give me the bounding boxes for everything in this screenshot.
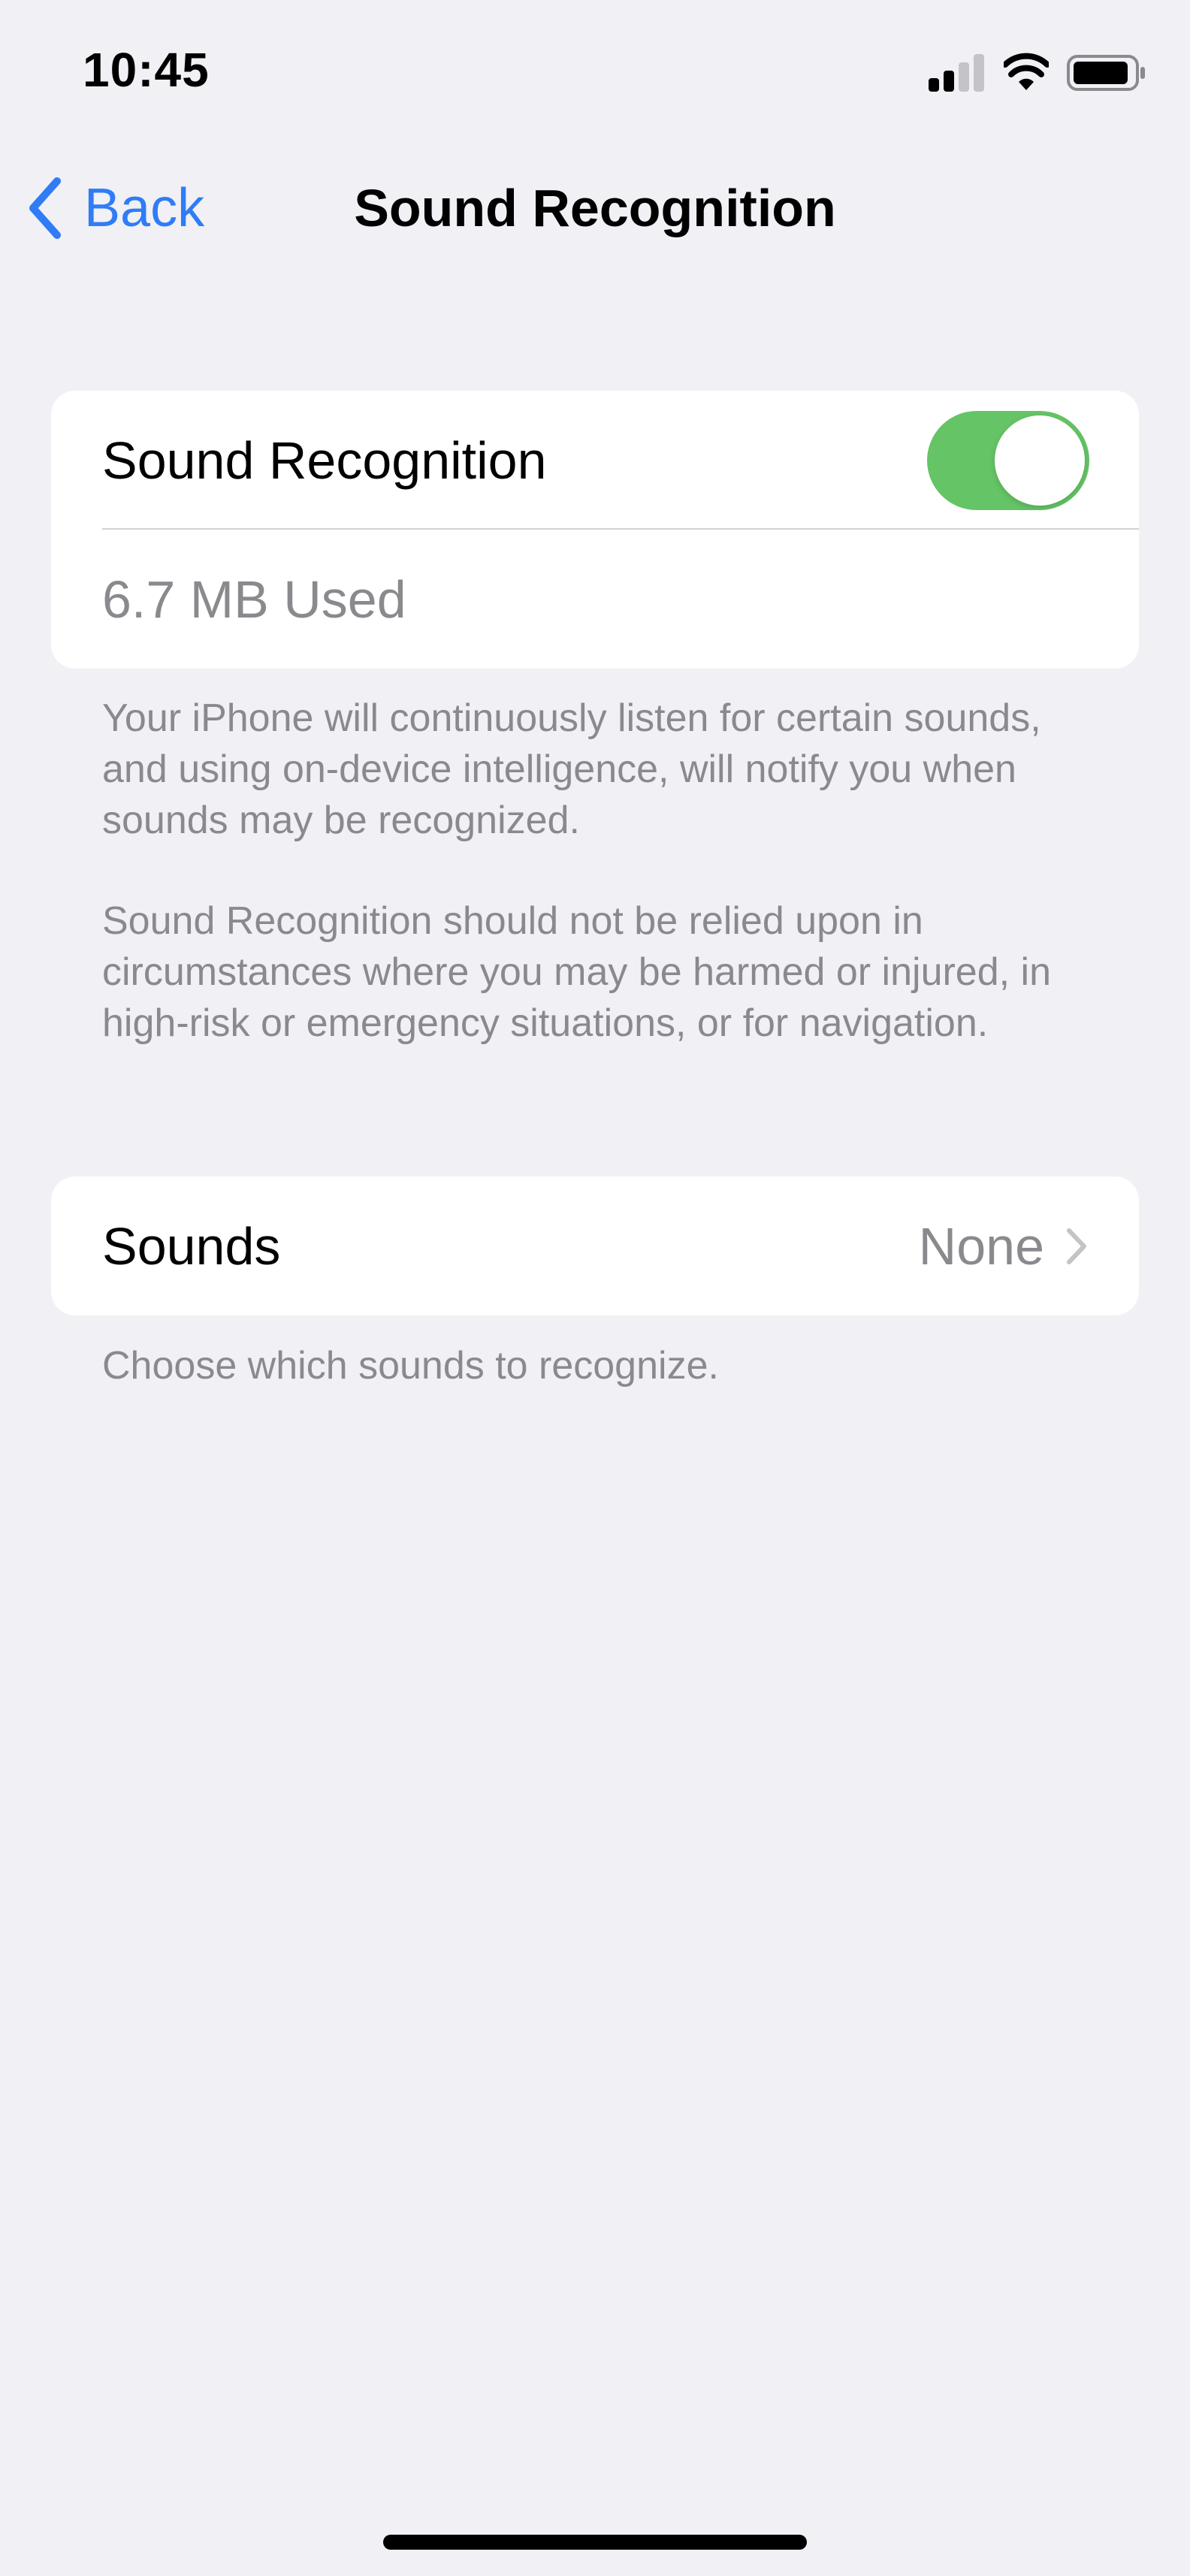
battery-icon bbox=[1067, 55, 1145, 91]
sound-recognition-toggle[interactable] bbox=[927, 410, 1089, 510]
sounds-value: None bbox=[918, 1216, 1044, 1276]
sounds-label: Sounds bbox=[102, 1216, 281, 1276]
sounds-footnote: Choose which sounds to recognize. bbox=[102, 1344, 719, 1388]
description-text: Your iPhone will continuously listen for… bbox=[102, 696, 1041, 842]
toggle-knob bbox=[995, 415, 1085, 506]
warning-text: Sound Recognition should not be relied u… bbox=[102, 899, 1052, 1045]
storage-used-row: 6.7 MB Used bbox=[51, 530, 1139, 669]
chevron-right-icon bbox=[1067, 1228, 1086, 1264]
storage-used-text: 6.7 MB Used bbox=[102, 569, 406, 629]
sounds-row[interactable]: Sounds None bbox=[51, 1176, 1139, 1315]
wifi-icon bbox=[1004, 53, 1049, 90]
chevron-left-icon bbox=[29, 177, 61, 239]
back-button[interactable]: Back bbox=[26, 174, 204, 242]
back-button-label: Back bbox=[84, 178, 205, 238]
sound-recognition-group: Sound Recognition 6.7 MB Used bbox=[51, 391, 1139, 669]
sound-recognition-label: Sound Recognition bbox=[102, 430, 547, 490]
status-time: 10:45 bbox=[83, 43, 210, 97]
sounds-group: Sounds None bbox=[51, 1176, 1139, 1315]
home-indicator[interactable] bbox=[383, 2535, 807, 2550]
cellular-signal-icon bbox=[929, 54, 986, 92]
sound-recognition-row: Sound Recognition bbox=[51, 391, 1139, 530]
